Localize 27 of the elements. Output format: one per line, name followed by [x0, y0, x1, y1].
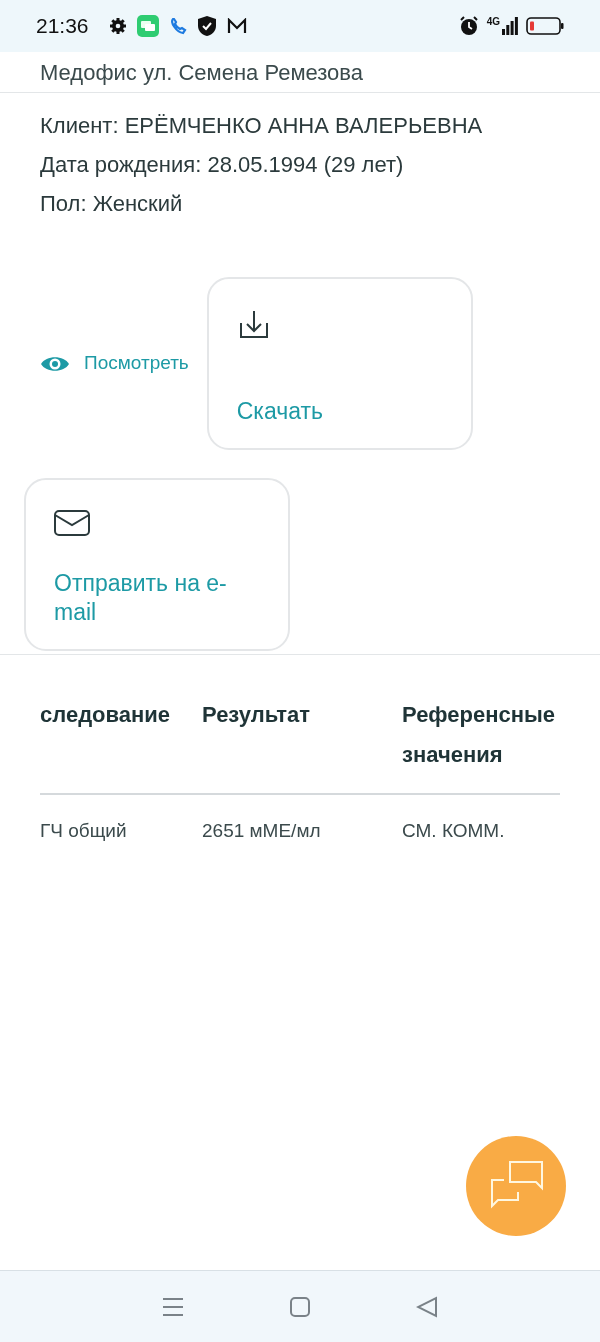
status-time: 21:36 — [36, 13, 89, 40]
view-link[interactable]: Посмотреть — [40, 349, 189, 378]
envelope-icon — [54, 510, 90, 536]
network-label: 4G — [486, 17, 500, 27]
client-info-text: Дата рождения: 28.05.1994 (29 лет) — [40, 151, 405, 179]
back-icon[interactable] — [415, 1295, 438, 1318]
client-info-text: Клиент: ЕРЁМЧЕНКО АННА ВАЛЕРЬЕВНА — [40, 112, 484, 140]
settings-icon — [108, 17, 127, 35]
battery-icon — [526, 17, 564, 35]
office-title: Медофис ул. Семена Ремезова — [40, 58, 364, 87]
phone-icon — [168, 17, 187, 35]
menu-icon[interactable] — [162, 1295, 185, 1318]
email-button[interactable]: Отправить на e-mail — [24, 478, 290, 651]
client-info-text: Пол: Женский — [40, 190, 184, 218]
signal-icon — [502, 17, 518, 35]
home-icon[interactable] — [289, 1295, 311, 1318]
mail-app-icon — [226, 18, 247, 34]
table-cell-text: 2651 мМЕ/мл — [202, 819, 322, 843]
download-button[interactable]: Скачать — [206, 277, 473, 450]
column-header: Результат — [202, 701, 312, 729]
alarm-icon — [458, 16, 479, 36]
table-cell-text: СМ. КОММ. — [402, 819, 506, 843]
shield-icon — [196, 15, 217, 37]
column-header: Референсные значения — [402, 701, 557, 769]
messages-icon — [136, 15, 159, 37]
table-cell-text: ГЧ общий — [40, 819, 128, 843]
column-header: следование — [40, 701, 172, 729]
